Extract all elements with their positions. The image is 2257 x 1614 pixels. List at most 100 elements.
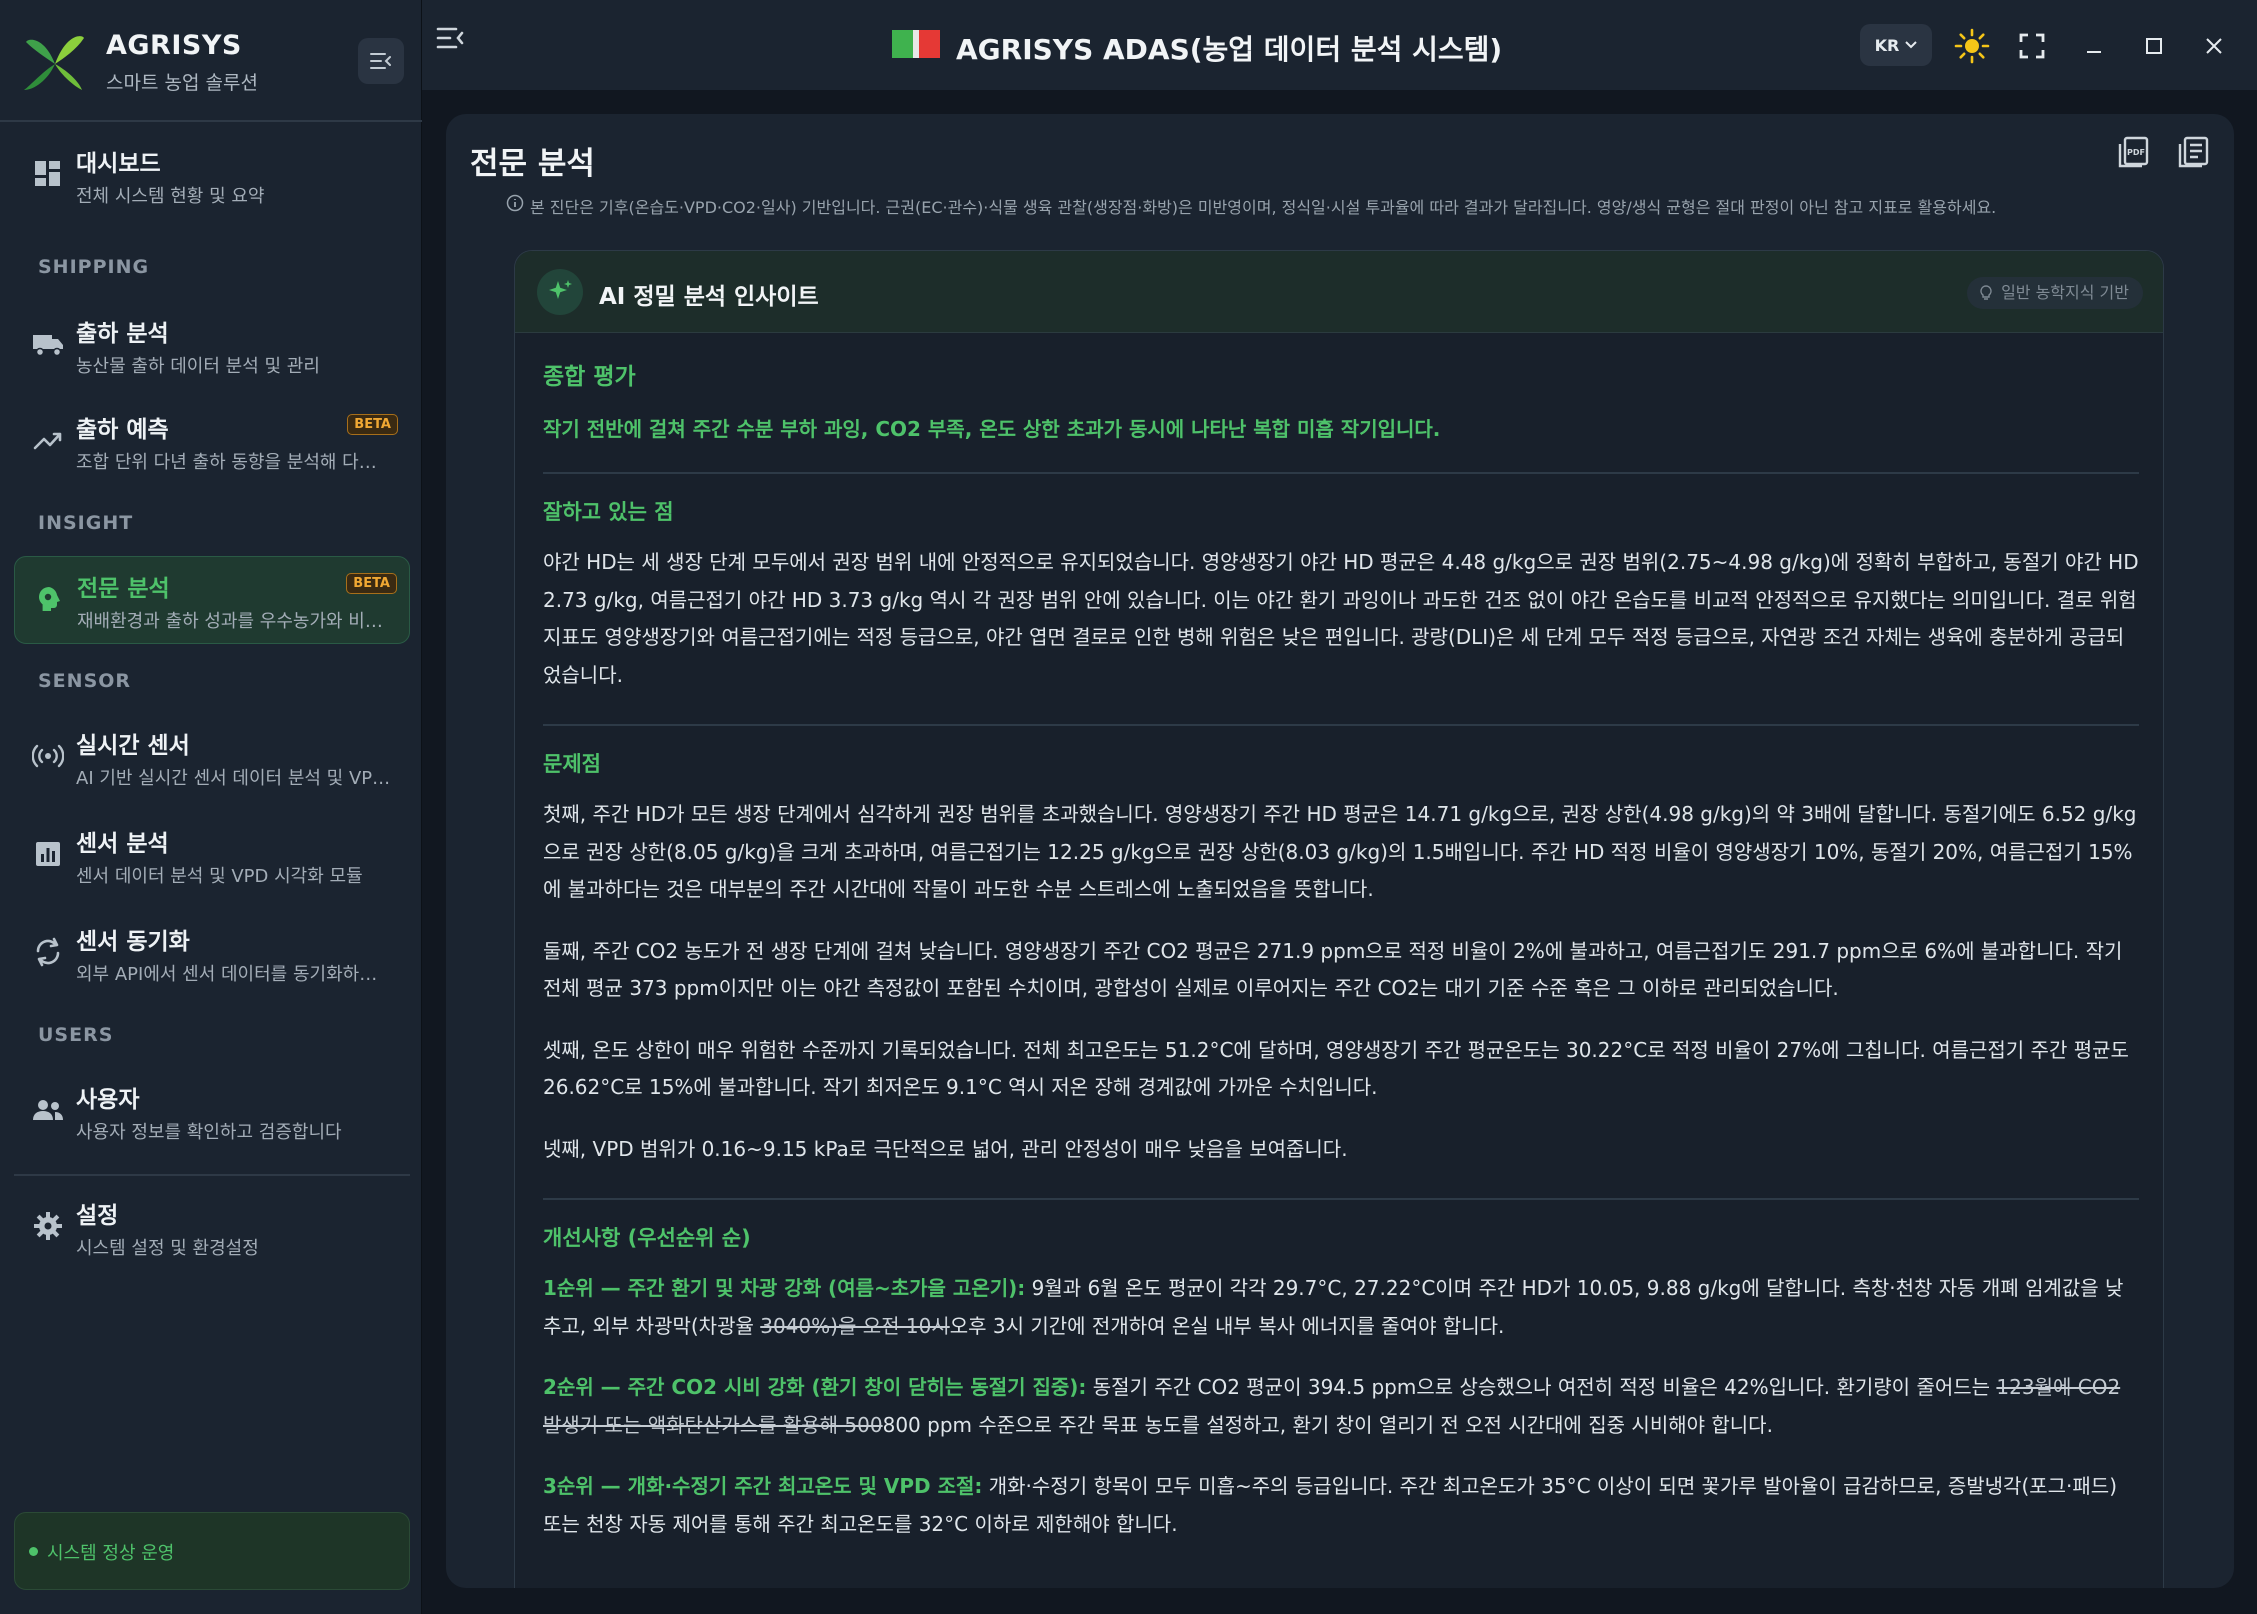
sidebar-item-realtime-sensor[interactable]: 실시간 센서 AI 기반 실시간 센서 데이터 분석 및 VP…: [14, 714, 410, 802]
sidebar-collapse-button[interactable]: [358, 38, 404, 84]
sidebar-item-title: 설정: [76, 1203, 119, 1229]
sidebar-item-shipping-analysis[interactable]: 출하 분석 농산물 출하 데이터 분석 및 관리: [14, 302, 410, 390]
section-label-sensor: SENSOR: [38, 670, 132, 692]
fullscreen-button[interactable]: [2014, 28, 2050, 64]
system-status-text: 시스템 정상 운영: [47, 1543, 175, 1564]
theme-toggle-button[interactable]: [1954, 28, 1990, 64]
strengths-heading: 잘하고 있는 점: [543, 500, 674, 524]
leaf-logo-icon: [24, 36, 84, 90]
sync-icon: [28, 932, 68, 972]
trending-up-icon: [28, 420, 68, 460]
sidebar-item-title: 대시보드: [76, 151, 161, 177]
collapse-menu-icon: [370, 53, 391, 69]
improvement-item: 1순위 — 주간 환기 및 차광 강화 (여름~초가을 고온기): 9월과 6월…: [543, 1270, 2139, 1345]
system-status: 시스템 정상 운영: [14, 1512, 410, 1590]
problem-item: 첫째, 주간 HD가 모든 생장 단계에서 심각하게 권장 범위를 초과했습니다…: [543, 802, 2137, 901]
knowledge-base-label: 일반 농학지식 기반: [2001, 283, 2129, 302]
sidebar-item-desc: AI 기반 실시간 센서 데이터 분석 및 VP…: [76, 768, 391, 789]
bar-chart-icon: [28, 834, 68, 874]
section-label-users: USERS: [38, 1024, 114, 1046]
sidebar-divider: [14, 1174, 410, 1176]
brand-header: AGRISYS 스마트 농업 솔루션: [0, 0, 422, 122]
sidebar-item-desc: 센서 데이터 분석 및 VPD 시각화 모듈: [76, 866, 363, 887]
copy-report-icon: [2178, 136, 2209, 168]
problems-heading: 문제점: [543, 752, 601, 776]
fullscreen-icon: [2019, 33, 2045, 59]
ai-insight-panel: AI 정밀 분석 인사이트 일반 농학지식 기반 종합 평가 작기 전반에 걸쳐…: [514, 250, 2164, 1588]
section-divider: [543, 1198, 2139, 1200]
flag-icon: [892, 30, 940, 58]
info-icon: [506, 194, 524, 212]
beta-badge: BETA: [346, 573, 397, 594]
export-pdf-button[interactable]: PDF: [2116, 136, 2156, 176]
sidebar-item-desc: 외부 API에서 센서 데이터를 동기화하…: [76, 964, 378, 985]
sidebar-item-title: 센서 분석: [76, 831, 169, 857]
sidebar-item-title: 출하 예측: [76, 417, 169, 443]
brand-subtitle: 스마트 농업 솔루션: [106, 72, 258, 94]
section-divider: [543, 724, 2139, 726]
dashboard-icon: [28, 154, 68, 194]
close-icon: [2206, 38, 2222, 54]
sidebar-item-desc: 조합 단위 다년 출하 동향을 분석해 다…: [76, 452, 377, 473]
overall-heading: 종합 평가: [543, 364, 636, 390]
brand-name: AGRISYS: [106, 30, 242, 61]
struck-text: 3040%)을 오전 10시: [760, 1313, 950, 1338]
sidebar-item-desc: 전체 시스템 현황 및 요약: [76, 186, 265, 207]
sidebar-item-desc: 사용자 정보를 확인하고 검증합니다: [76, 1122, 342, 1143]
menu-icon: [436, 27, 464, 49]
pdf-icon: PDF: [2118, 136, 2149, 168]
section-divider: [543, 472, 2139, 474]
sidebar-item-title: 센서 동기화: [76, 929, 190, 955]
main-panel: 전문 분석 PDF 본 진단은 기후(온습도·VPD·CO2·일사) 기반입니다…: [446, 114, 2234, 1588]
sidebar-item-title: 실시간 센서: [76, 733, 190, 759]
problem-item: 셋째, 온도 상한이 매우 위험한 수준까지 기록되었습니다. 전체 최고온도는…: [543, 1037, 2129, 1100]
improvement-item: 2순위 — 주간 CO2 시비 강화 (환기 창이 닫히는 동절기 집중): 동…: [543, 1369, 2139, 1444]
strengths-text: 야간 HD는 세 생장 단계 모두에서 권장 범위 내에 안정적으로 유지되었습…: [543, 550, 2139, 687]
sidebar-item-desc: 농산물 출하 데이터 분석 및 관리: [76, 356, 320, 377]
users-icon: [28, 1090, 68, 1130]
sidebar-item-shipping-forecast[interactable]: 출하 예측 BETA 조합 단위 다년 출하 동향을 분석해 다…: [14, 398, 410, 486]
sidebar-item-desc: 재배환경과 출하 성과를 우수농가와 비…: [77, 611, 383, 632]
title-bar: AGRISYS ADAS(농업 데이터 분석 시스템) KR: [422, 0, 2257, 90]
lightbulb-icon: [1980, 285, 1992, 300]
beta-badge: BETA: [347, 414, 398, 435]
maximize-icon: [2146, 38, 2162, 54]
improvement-item: 3순위 — 개화·수정기 주간 최고온도 및 VPD 조절: 개화·수정기 항목…: [543, 1468, 2139, 1543]
gear-icon: [28, 1206, 68, 1246]
broadcast-icon: [28, 736, 68, 776]
sun-icon: [1954, 28, 1990, 64]
sidebar-item-title: 출하 분석: [76, 321, 169, 347]
sidebar-item-settings[interactable]: 설정 시스템 설정 및 환경설정: [14, 1184, 410, 1272]
app-title: AGRISYS ADAS(농업 데이터 분석 시스템): [956, 33, 1503, 66]
language-select[interactable]: KR: [1860, 24, 1932, 66]
language-value: KR: [1874, 35, 1900, 55]
section-label-insight: INSIGHT: [38, 512, 134, 534]
minimize-button[interactable]: [2076, 28, 2112, 64]
sidebar-item-title: 사용자: [76, 1087, 140, 1113]
menu-toggle-button[interactable]: [436, 26, 476, 66]
improvement-text: 오후 3시 기간에 전개하여 온실 내부 복사 에너지를 줄여야 합니다.: [949, 1313, 1505, 1338]
page-title: 전문 분석: [470, 146, 595, 182]
truck-icon: [28, 324, 68, 364]
chevron-down-icon: [1905, 41, 1918, 49]
sidebar-item-title: 전문 분석: [77, 576, 170, 602]
svg-text:PDF: PDF: [2127, 148, 2145, 157]
minimize-icon: [2087, 51, 2101, 53]
insight-title: AI 정밀 분석 인사이트: [599, 284, 819, 310]
sidebar-item-expert-analysis[interactable]: 전문 분석 BETA 재배환경과 출하 성과를 우수농가와 비…: [14, 556, 410, 644]
brain-gear-icon: [29, 579, 69, 619]
sidebar-item-dashboard[interactable]: 대시보드 전체 시스템 현황 및 요약: [14, 132, 410, 220]
sidebar-item-sensor-sync[interactable]: 센서 동기화 외부 API에서 센서 데이터를 동기화하…: [14, 910, 410, 998]
export-report-button[interactable]: [2176, 136, 2216, 176]
sidebar-item-sensor-analysis[interactable]: 센서 분석 센서 데이터 분석 및 VPD 시각화 모듈: [14, 812, 410, 900]
section-label-shipping: SHIPPING: [38, 256, 150, 278]
knowledge-base-badge: 일반 농학지식 기반: [1967, 277, 2143, 309]
improvement-text: 800 ppm 수준으로 주간 목표 농도를 설정하고, 환기 창이 열리기 전…: [882, 1412, 1773, 1437]
sparkle-icon: [537, 269, 583, 315]
maximize-button[interactable]: [2136, 28, 2172, 64]
sidebar: AGRISYS 스마트 농업 솔루션 대시보드 전체 시스템 현황 및 요약 S…: [0, 0, 422, 1614]
sidebar-item-users[interactable]: 사용자 사용자 정보를 확인하고 검증합니다: [14, 1068, 410, 1156]
close-window-button[interactable]: [2196, 28, 2232, 64]
improvement-priority: 3순위 — 개화·수정기 주간 최고온도 및 VPD 조절:: [543, 1474, 983, 1498]
problem-item: 넷째, VPD 범위가 0.16~9.15 kPa로 극단적으로 넓어, 관리 …: [543, 1136, 1348, 1161]
